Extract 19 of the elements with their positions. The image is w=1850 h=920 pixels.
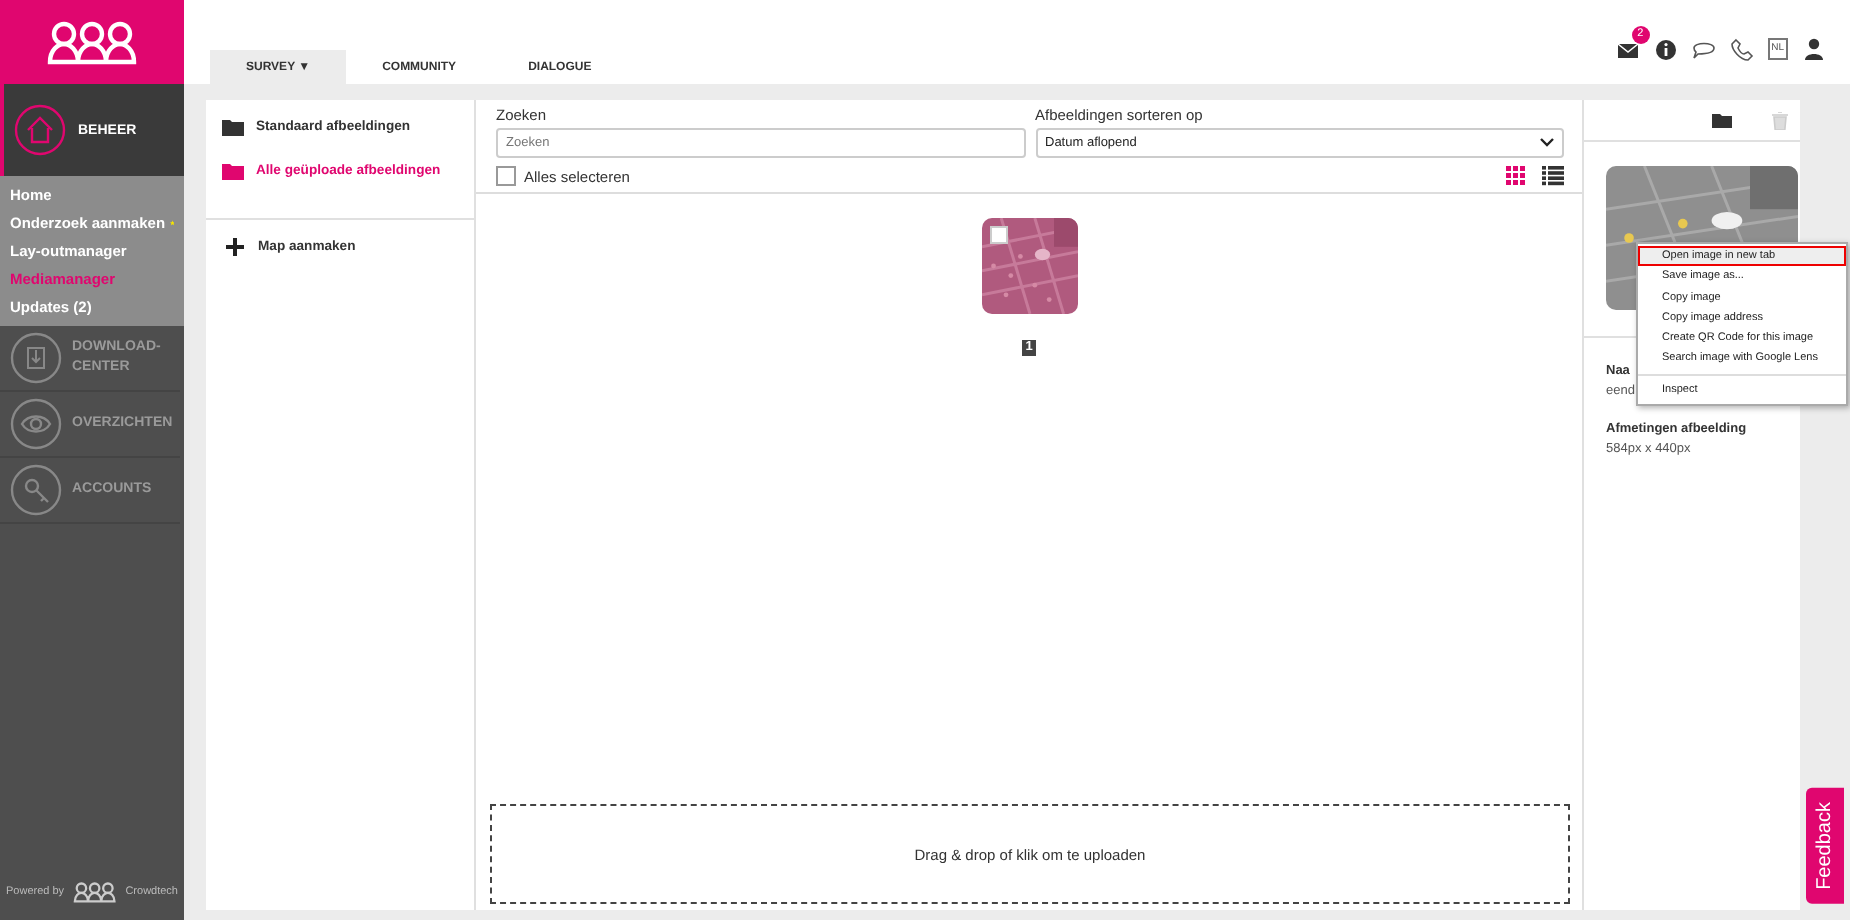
info-icon[interactable]: [1653, 35, 1678, 61]
key-icon: [10, 464, 62, 516]
plus-icon: [226, 238, 244, 256]
download-icon: [10, 332, 62, 384]
logo: [44, 18, 140, 66]
checkbox[interactable]: [496, 166, 516, 186]
grid-view-icon[interactable]: [1506, 166, 1526, 186]
eye-icon: [10, 398, 62, 450]
trash-icon: [1772, 111, 1788, 129]
home-icon: [14, 104, 66, 156]
folder-icon: [222, 162, 244, 180]
list-view-icon[interactable]: [1542, 166, 1564, 186]
chevron-icon: [1540, 138, 1554, 148]
feedback-button[interactable]: Feedback: [1806, 788, 1844, 904]
folder-icon: [1712, 112, 1732, 128]
user-icon[interactable]: [1802, 35, 1826, 61]
brand-logo: [72, 880, 118, 904]
phone-icon[interactable]: [1729, 35, 1754, 61]
folder-icon: [222, 118, 244, 136]
